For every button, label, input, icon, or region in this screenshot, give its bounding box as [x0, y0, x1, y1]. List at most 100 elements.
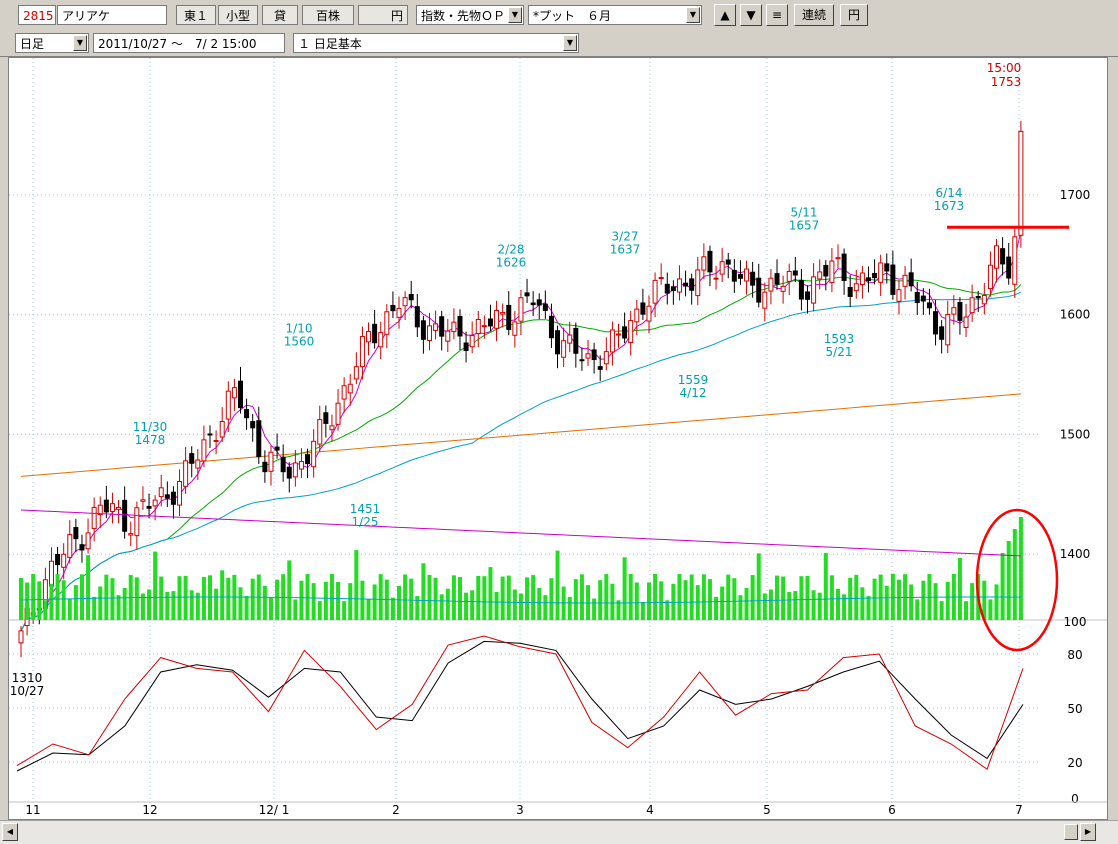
- volume-bar: [506, 575, 511, 620]
- volume-bar: [397, 585, 402, 620]
- option-select[interactable]: *プット ６月 ▼: [528, 5, 702, 25]
- scroll-right-icon[interactable]: ▶: [1080, 823, 1096, 841]
- candle-body: [451, 321, 457, 333]
- volume-bar: [756, 553, 761, 620]
- candle-body: [433, 323, 439, 331]
- up-arrow-button[interactable]: ▲: [714, 4, 736, 26]
- candle-body: [274, 446, 280, 451]
- candle-body: [963, 316, 969, 329]
- candle-body: [286, 466, 292, 479]
- candle-body: [567, 334, 573, 344]
- candle-body: [768, 277, 774, 292]
- candle-body: [628, 320, 634, 343]
- candle-body: [103, 499, 109, 513]
- chevron-down-icon[interactable]: ▼: [563, 35, 577, 51]
- chart-area[interactable]: 1400 1500 1600 1700 100 0 20 50 80 11 12 12/ 1 2 3 4 5 6…: [8, 57, 1108, 820]
- candle-body: [18, 630, 24, 644]
- ma-long-line: [20, 291, 1022, 632]
- candle-body: [695, 269, 701, 297]
- volume-bar: [159, 576, 164, 620]
- volume-bar: [79, 574, 84, 620]
- horizontal-scrollbar[interactable]: ◀ ▶: [0, 820, 1118, 844]
- template-select[interactable]: １ 日足基本 ▼: [293, 33, 579, 53]
- candle-body: [469, 335, 475, 348]
- annotation-sublabel: 1626: [496, 256, 527, 270]
- x-tick-label: 12/ 1: [259, 803, 290, 817]
- menu-button[interactable]: ≡: [766, 4, 788, 26]
- volume-bar: [445, 588, 450, 620]
- volume-bar: [348, 583, 353, 620]
- volume-bar: [122, 587, 127, 620]
- candle-body: [256, 420, 262, 458]
- candle-body: [780, 285, 786, 292]
- volume-bar: [799, 576, 804, 620]
- volume-bar: [1006, 541, 1011, 620]
- stock-name-field[interactable]: アリアケ: [57, 5, 167, 25]
- volume-bar: [323, 581, 328, 620]
- candle-body: [878, 262, 884, 283]
- stoch-tick-label: 0: [1071, 792, 1079, 806]
- period-select[interactable]: 日足 ▼: [15, 33, 89, 53]
- volume-bar: [683, 580, 688, 620]
- candle-body: [616, 333, 622, 336]
- candle-body: [116, 506, 122, 510]
- stock-code-field[interactable]: 2815: [18, 5, 56, 25]
- candle-body: [902, 274, 908, 287]
- candle-body: [329, 425, 335, 431]
- candle-body: [945, 313, 951, 346]
- volume-bar: [415, 596, 420, 620]
- candle-body: [487, 318, 493, 327]
- candle-body: [719, 261, 725, 275]
- down-arrow-button[interactable]: ▼: [740, 4, 762, 26]
- candle-body: [463, 342, 469, 352]
- candle-body: [152, 499, 158, 507]
- stoch-tick-label: 50: [1067, 702, 1082, 716]
- candle-body: [262, 461, 268, 473]
- candle-body: [146, 505, 152, 509]
- x-tick-label: 5: [763, 803, 771, 817]
- candle-body: [792, 270, 798, 276]
- volume-bar: [336, 581, 341, 620]
- index-select[interactable]: 指数・先物ＯＰ ▼: [416, 5, 524, 25]
- candle-body: [713, 277, 719, 280]
- candle-body: [762, 291, 768, 309]
- candle-body: [737, 273, 743, 279]
- volume-bar: [957, 557, 962, 620]
- candle-body: [707, 250, 713, 273]
- candle-body: [237, 380, 243, 409]
- chevron-down-icon[interactable]: ▼: [508, 7, 522, 23]
- volume-bar: [244, 596, 249, 620]
- volume-bar: [49, 583, 54, 620]
- candle-body: [317, 419, 323, 445]
- candle-body: [853, 283, 859, 292]
- candle-body: [1000, 248, 1006, 265]
- volume-bar: [781, 576, 786, 620]
- candle-body: [390, 304, 396, 312]
- yen-button[interactable]: 円: [840, 4, 868, 26]
- candle-body: [823, 264, 829, 277]
- volume-bar: [909, 584, 914, 620]
- y-tick-label: 1600: [1060, 308, 1091, 322]
- renzoku-button[interactable]: 連続: [794, 4, 834, 26]
- candle-body: [555, 330, 561, 355]
- chevron-down-icon[interactable]: ▼: [686, 7, 700, 23]
- scroll-left-icon[interactable]: ◀: [2, 823, 18, 841]
- volume-bar: [378, 574, 383, 620]
- candle-body: [55, 553, 61, 566]
- volume-bar: [409, 578, 414, 620]
- candle-body: [817, 271, 823, 280]
- volume-bar: [488, 567, 493, 620]
- candle-body: [506, 304, 512, 330]
- annotation-sublabel: 1637: [610, 242, 641, 256]
- candle-body: [396, 307, 402, 318]
- date-range-field[interactable]: 2011/10/27 ～ 7/ 2 15:00: [93, 33, 285, 53]
- chevron-down-icon[interactable]: ▼: [73, 35, 87, 51]
- volume-bar: [500, 576, 505, 620]
- candle-body: [298, 461, 304, 470]
- candle-body: [920, 295, 926, 302]
- scroll-thumb[interactable]: [1064, 824, 1078, 840]
- candle-body: [975, 295, 981, 299]
- volume-bar: [177, 576, 182, 620]
- annotation-sublabel: 1/25: [352, 515, 379, 529]
- candle-body: [414, 306, 420, 328]
